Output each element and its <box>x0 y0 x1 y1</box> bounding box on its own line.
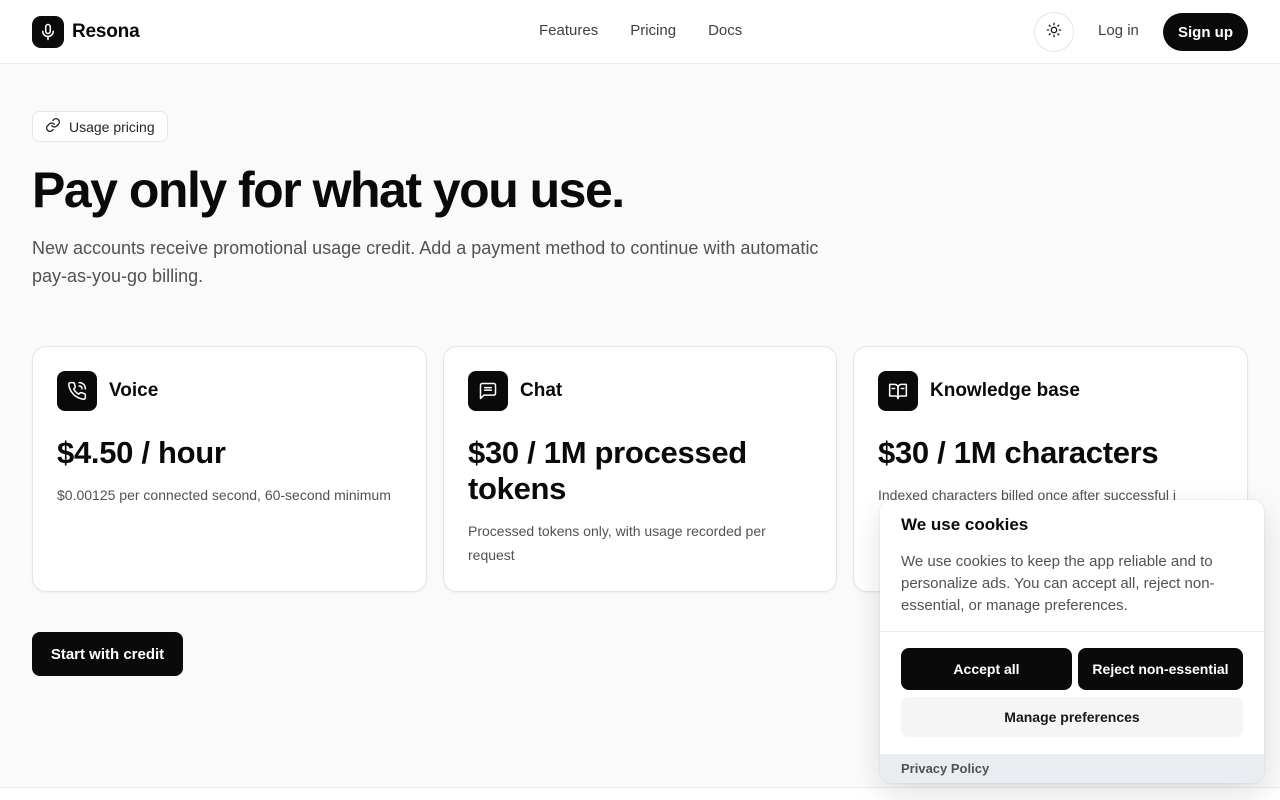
nav-link-pricing[interactable]: Pricing <box>630 22 676 39</box>
page-subtitle: New accounts receive promotional usage c… <box>32 238 819 286</box>
signup-button[interactable]: Sign up <box>1163 13 1248 51</box>
link-icon <box>45 117 61 136</box>
microphone-icon <box>32 16 64 48</box>
start-with-credit-button[interactable]: Start with credit <box>32 632 183 676</box>
pricing-card-voice: Voice $4.50 / hour $0.00125 per connecte… <box>32 346 427 592</box>
nav-link-features[interactable]: Features <box>539 22 598 39</box>
pricing-card-chat: Chat $30 / 1M processed tokens Processed… <box>443 346 837 592</box>
site-header: Resona Features Pricing Docs Log in Sign… <box>0 0 1280 64</box>
main-nav: Features Pricing Docs <box>539 22 742 39</box>
page-title: Pay only for what you use. <box>32 162 625 218</box>
sun-icon <box>1046 22 1062 43</box>
cookie-text: We use cookies to keep the app reliable … <box>901 553 1215 614</box>
book-open-icon <box>878 371 918 411</box>
theme-toggle-button[interactable] <box>1034 12 1074 52</box>
phone-call-icon <box>57 371 97 411</box>
accept-all-button[interactable]: Accept all <box>901 648 1072 690</box>
cookie-footer: Privacy Policy <box>880 754 1264 783</box>
card-title: Knowledge base <box>930 380 1080 401</box>
card-price: $30 / 1M processed tokens <box>468 435 747 506</box>
footer-edge <box>0 787 1280 800</box>
card-price: $30 / 1M characters <box>878 435 1159 470</box>
cookie-title: We use cookies <box>901 515 1029 534</box>
reject-non-essential-button[interactable]: Reject non-essential <box>1078 648 1243 690</box>
manage-preferences-button[interactable]: Manage preferences <box>901 697 1243 737</box>
card-title: Voice <box>109 380 159 401</box>
usage-pricing-badge: Usage pricing <box>32 111 168 142</box>
badge-label: Usage pricing <box>69 118 155 135</box>
privacy-policy-link[interactable]: Privacy Policy <box>901 761 989 776</box>
message-square-icon <box>468 371 508 411</box>
card-price: $4.50 / hour <box>57 435 226 470</box>
brand-name: Resona <box>72 21 140 42</box>
card-description: $0.00125 per connected second, 60-second… <box>57 487 391 503</box>
cookie-consent-dialog: We use cookies We use cookies to keep th… <box>880 500 1264 783</box>
nav-link-docs[interactable]: Docs <box>708 22 742 39</box>
login-link[interactable]: Log in <box>1098 22 1139 39</box>
brand-logo[interactable]: Resona <box>32 16 140 48</box>
divider <box>880 631 1264 632</box>
card-description: Processed tokens only, with usage record… <box>468 523 766 563</box>
card-title: Chat <box>520 380 563 401</box>
